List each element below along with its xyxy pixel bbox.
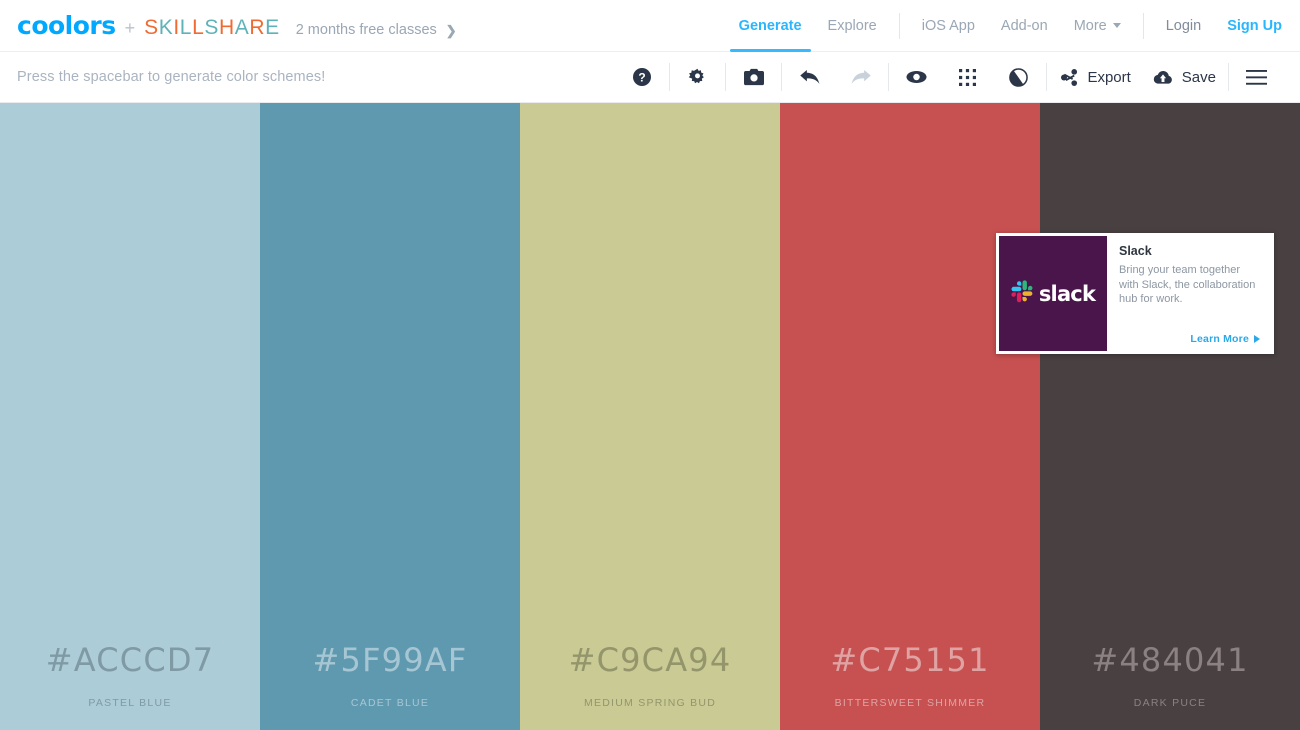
promo-label: 2 months free classes bbox=[295, 22, 437, 38]
ad-learn-more-label: Learn More bbox=[1190, 333, 1249, 345]
slack-wordmark: slack bbox=[1038, 281, 1096, 306]
brand-plus-separator: + bbox=[124, 18, 136, 38]
nav-item-add-on-label: Add-on bbox=[1000, 17, 1048, 34]
nav-divider-1 bbox=[898, 12, 900, 39]
nav-item-ios-app[interactable]: iOS App bbox=[909, 0, 988, 51]
nav-item-explore-label: Explore bbox=[827, 17, 877, 34]
color-swatch-4[interactable]: #C75151 BITTERSWEET SHIMMER bbox=[780, 103, 1040, 730]
spacebar-hint: Press the spacebar to generate color sch… bbox=[17, 69, 326, 85]
cloud-upload-icon bbox=[1153, 70, 1173, 85]
color-swatch-1[interactable]: #ACCCD7 PASTEL BLUE bbox=[0, 103, 260, 730]
advertisement-card[interactable]: slack Slack Bring your team together wit… bbox=[996, 233, 1274, 354]
nav-item-login-label: Login bbox=[1165, 17, 1202, 34]
ad-learn-more-link[interactable]: Learn More bbox=[1190, 333, 1260, 345]
color-name-1: PASTEL BLUE bbox=[88, 696, 172, 709]
color-hex-5[interactable]: #484041 bbox=[1091, 644, 1248, 676]
contrast-icon[interactable] bbox=[993, 52, 1044, 102]
toolbar-divider-4 bbox=[888, 63, 890, 91]
toolbar-divider-1 bbox=[669, 63, 671, 91]
nav-item-login[interactable]: Login bbox=[1153, 0, 1214, 51]
slack-logo: slack bbox=[1011, 279, 1096, 308]
color-palette: #ACCCD7 PASTEL BLUE #5F99AF CADET BLUE #… bbox=[0, 103, 1300, 730]
ad-body: Slack Bring your team together with Slac… bbox=[1107, 236, 1271, 351]
toolbar: Press the spacebar to generate color sch… bbox=[0, 52, 1300, 103]
color-name-4: BITTERSWEET SHIMMER bbox=[834, 696, 986, 709]
ad-logo-panel: slack bbox=[999, 236, 1107, 351]
toolbar-divider-6 bbox=[1228, 63, 1229, 91]
nav-item-generate-label: Generate bbox=[738, 17, 802, 34]
hamburger-menu-icon[interactable] bbox=[1231, 52, 1282, 102]
svg-text:?: ? bbox=[638, 71, 645, 85]
color-swatch-2[interactable]: #5F99AF CADET BLUE bbox=[260, 103, 520, 730]
redo-icon bbox=[835, 52, 886, 102]
nav-right-group: Generate Explore iOS App Add-on More Log… bbox=[726, 0, 1282, 52]
toolbar-divider-2 bbox=[725, 63, 727, 91]
eye-icon[interactable] bbox=[891, 52, 942, 102]
grid-icon[interactable] bbox=[942, 52, 993, 102]
export-button[interactable]: Export bbox=[1049, 52, 1140, 102]
help-icon[interactable]: ? bbox=[616, 52, 667, 102]
nav-item-ios-app-label: iOS App bbox=[921, 17, 975, 34]
nav-item-sign-up[interactable]: Sign Up bbox=[1214, 0, 1282, 51]
color-hex-4[interactable]: #C75151 bbox=[830, 644, 989, 676]
share-icon bbox=[1061, 68, 1078, 86]
nav-item-add-on[interactable]: Add-on bbox=[988, 0, 1061, 51]
chevron-down-icon bbox=[1112, 23, 1121, 28]
triangle-right-icon bbox=[1254, 335, 1260, 343]
color-swatch-5[interactable]: #484041 DARK PUCE bbox=[1040, 103, 1300, 730]
promo-link[interactable]: 2 months free classes ❯ bbox=[296, 23, 457, 38]
color-hex-2[interactable]: #5F99AF bbox=[313, 644, 468, 676]
save-label: Save bbox=[1181, 68, 1216, 86]
toolbar-actions: ? Export Save bbox=[616, 52, 1282, 102]
gear-icon[interactable] bbox=[672, 52, 723, 102]
coolors-logo[interactable]: coolors bbox=[17, 13, 116, 38]
color-name-2: CADET BLUE bbox=[350, 696, 430, 709]
skillshare-logo[interactable]: SKILLSHARE bbox=[144, 17, 280, 38]
color-hex-1[interactable]: #ACCCD7 bbox=[46, 644, 215, 676]
nav-item-generate[interactable]: Generate bbox=[726, 0, 815, 52]
chevron-right-icon: ❯ bbox=[445, 22, 457, 38]
toolbar-divider-5 bbox=[1046, 63, 1048, 91]
toolbar-divider-3 bbox=[781, 63, 783, 91]
nav-item-more-label: More bbox=[1073, 17, 1107, 34]
color-name-5: DARK PUCE bbox=[1133, 696, 1207, 709]
color-name-3: MEDIUM SPRING BUD bbox=[583, 696, 717, 709]
nav-item-sign-up-label: Sign Up bbox=[1227, 17, 1282, 34]
nav-item-more[interactable]: More bbox=[1061, 0, 1134, 51]
top-navigation-bar: coolors + SKILLSHARE 2 months free class… bbox=[0, 0, 1300, 52]
slack-hash-icon bbox=[1011, 279, 1034, 308]
color-hex-3[interactable]: #C9CA94 bbox=[569, 644, 732, 676]
ad-title: Slack bbox=[1119, 244, 1152, 258]
color-swatch-3[interactable]: #C9CA94 MEDIUM SPRING BUD bbox=[520, 103, 780, 730]
export-label: Export bbox=[1087, 68, 1131, 86]
ad-description: Bring your team together with Slack, the… bbox=[1119, 264, 1256, 306]
save-button[interactable]: Save bbox=[1141, 52, 1226, 102]
camera-icon[interactable] bbox=[728, 52, 779, 102]
nav-item-explore[interactable]: Explore bbox=[815, 0, 890, 51]
undo-icon[interactable] bbox=[784, 52, 835, 102]
nav-divider-2 bbox=[1142, 12, 1144, 39]
brand-group: coolors + SKILLSHARE 2 months free class… bbox=[17, 13, 457, 38]
